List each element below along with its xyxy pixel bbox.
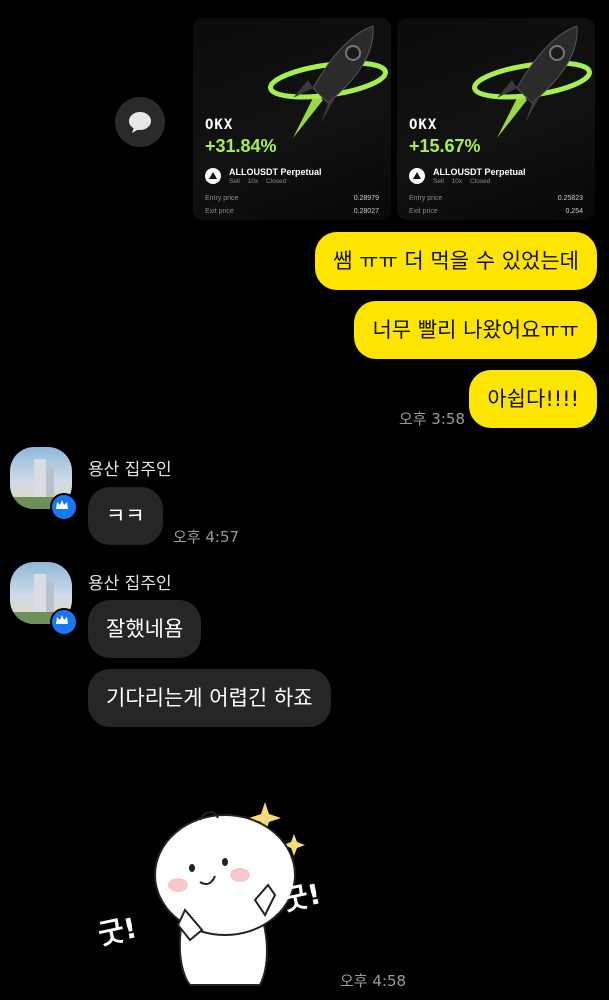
status: Closed [469, 178, 491, 185]
trade-card[interactable]: OKX +31.84% ALLOUSDT Perpetual Sell 10x … [193, 18, 391, 220]
sender-name: 용산 집주인 [88, 574, 172, 594]
trade-card[interactable]: OKX +15.67% ALLOUSDT Perpetual Sell 10x … [397, 18, 595, 220]
pnl-percent: +31.84% [205, 136, 277, 156]
entry-price-label: Entry price [409, 195, 443, 202]
my-message-bubble[interactable]: 쌤 ㅠㅠ 더 먹을 수 있었는데 [315, 232, 597, 290]
okx-logo: OKX [205, 117, 234, 133]
avatar[interactable] [10, 562, 78, 636]
trade-meta: Sell 10x Closed [433, 178, 490, 185]
entry-price-label: Entry price [205, 195, 239, 202]
side: Sell [229, 178, 240, 185]
exit-price-value: 0.254 [565, 208, 583, 215]
sticker-caption-left: 굿! [95, 911, 140, 952]
coin-icon [409, 168, 425, 184]
exit-price-value: 0.28027 [353, 208, 379, 215]
exit-price-label: Exit price [205, 208, 234, 215]
message-timestamp: 오후 4:58 [340, 972, 407, 990]
message-timestamp: 오후 3:58 [398, 410, 465, 428]
ticker-name: ALLOUSDT Perpetual [433, 167, 526, 177]
entry-price-value: 0.25823 [557, 195, 583, 202]
their-message-bubble[interactable]: 잘했네욤 [88, 600, 202, 658]
sticker-caption-right: 굿! [279, 877, 324, 918]
ticker-name: ALLOUSDT Perpetual [229, 167, 322, 177]
my-message-bubble[interactable]: 너무 빨리 나왔어요ㅠㅠ [354, 301, 597, 359]
leverage: 10x [451, 178, 463, 185]
okx-logo: OKX [409, 117, 438, 133]
speech-bubble-icon [129, 112, 151, 133]
message-timestamp: 오후 4:57 [173, 528, 240, 546]
coin-icon [205, 168, 221, 184]
exit-price-label: Exit price [409, 208, 438, 215]
crown-icon [50, 608, 78, 636]
sender-name: 용산 집주인 [88, 460, 172, 480]
pnl-percent: +15.67% [409, 136, 481, 156]
my-message-bubble[interactable]: 아쉽다!!!! [469, 370, 597, 428]
crown-icon [50, 493, 78, 521]
their-message-bubble[interactable]: 기다리는게 어렵긴 하죠 [88, 669, 331, 727]
entry-price-value: 0.28979 [353, 195, 379, 202]
trade-meta: Sell 10x Closed [229, 178, 286, 185]
side: Sell [433, 178, 444, 185]
avatar[interactable] [10, 447, 78, 521]
share-button[interactable] [115, 97, 165, 147]
their-message-bubble[interactable]: ㅋㅋ [88, 487, 163, 545]
leverage: 10x [247, 178, 259, 185]
status: Closed [265, 178, 287, 185]
sticker-thumbs-up[interactable]: 굿! 굿! [95, 790, 370, 990]
